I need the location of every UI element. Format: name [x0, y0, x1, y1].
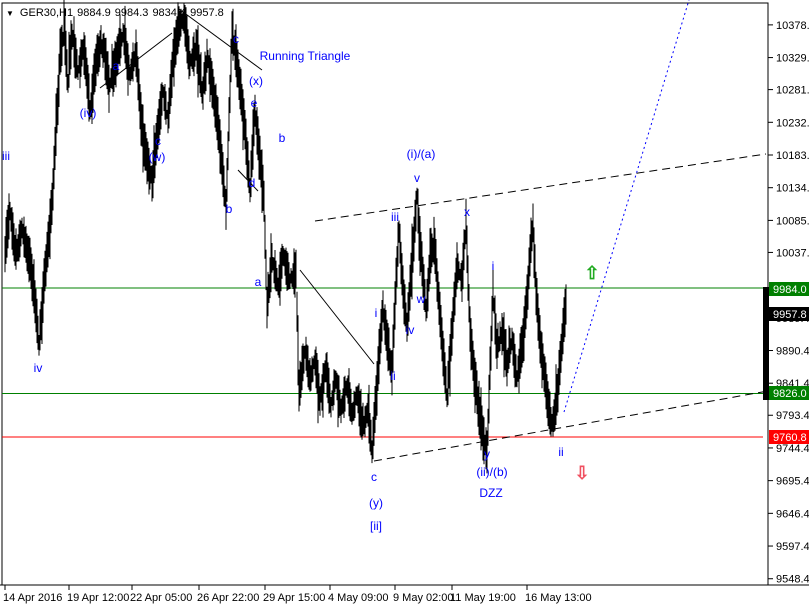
wave-label[interactable]: (iv)	[80, 106, 97, 120]
wave-label[interactable]: y	[484, 447, 490, 461]
price-badge-label: 9760.8	[773, 432, 807, 444]
price-tick-label: 9695.4	[776, 476, 809, 488]
symbol-timeframe-label: GER30,H1	[19, 7, 74, 19]
time-tick-label: 26 Apr 22:00	[197, 592, 259, 604]
price-tick-label: 10232.4	[776, 117, 809, 129]
wave-label[interactable]: b	[279, 131, 286, 145]
wave-label[interactable]: i	[375, 306, 378, 320]
wave-label[interactable]: w	[416, 292, 426, 306]
wave-label[interactable]: iv	[406, 323, 415, 337]
wave-label[interactable]: (ii)/(b)	[476, 465, 507, 479]
wave-label[interactable]: ii	[558, 445, 563, 459]
time-tick-label: 9 May 02:00	[393, 592, 454, 604]
wave-label[interactable]: x	[464, 205, 470, 219]
down-arrow-icon[interactable]: ⇩	[574, 463, 589, 483]
time-tick-label: 16 May 13:00	[525, 592, 592, 604]
price-tick-label: 9646.4	[776, 508, 809, 520]
wave-label[interactable]: b	[226, 202, 233, 216]
price-badge-label: 9826.0	[773, 388, 807, 400]
ohlc-close: 9957.8	[190, 7, 224, 19]
wave-label[interactable]: e	[251, 96, 258, 110]
price-tick-label: 10134.4	[776, 183, 809, 195]
price-tick-label: 10085.4	[776, 215, 809, 227]
axis-range-marker	[763, 287, 769, 400]
time-tick-label: 19 Apr 12:00	[67, 592, 129, 604]
wave-label[interactable]: a	[255, 275, 262, 289]
symbol-dropdown-icon[interactable]: ▼	[6, 9, 14, 18]
wave-label[interactable]: (i)/(a)	[407, 147, 436, 161]
price-tick-label: 10183.4	[776, 150, 809, 162]
time-tick-label: 14 Apr 2016	[3, 592, 62, 604]
price-tick-label: 10329.4	[776, 53, 809, 65]
wave-label[interactable]: c	[371, 470, 377, 484]
wave-label[interactable]: iii	[2, 149, 10, 163]
wave-label[interactable]: c	[155, 134, 161, 148]
chart-title: ▼ GER30,H1 9884.9 9984.3 9834.4 9957.8	[6, 6, 224, 20]
wave-label[interactable]: ii	[390, 369, 395, 383]
wave-label[interactable]: [ii]	[370, 519, 382, 533]
time-tick-label: 29 Apr 15:00	[263, 592, 325, 604]
wave-label[interactable]: Running Triangle	[260, 49, 351, 63]
price-badge-label: 9957.8	[773, 309, 807, 321]
wave-label[interactable]: DZZ	[479, 486, 502, 500]
wave-label[interactable]: c	[233, 32, 239, 46]
price-tick-label: 9793.4	[776, 410, 809, 422]
chart-frame	[1, 2, 769, 586]
wave-label[interactable]: iii	[391, 210, 399, 224]
wave-label[interactable]: v	[414, 171, 420, 185]
wave-label[interactable]: d	[249, 176, 256, 190]
wave-label[interactable]: iv	[34, 361, 43, 375]
wave-label[interactable]: i	[492, 259, 495, 273]
up-arrow-icon[interactable]: ⇧	[584, 263, 599, 283]
price-tick-label: 10037.4	[776, 247, 809, 259]
price-tick-label: 9548.4	[776, 574, 809, 586]
ohlc-open: 9884.9	[77, 7, 111, 19]
price-tick-label: 9890.4	[776, 346, 809, 358]
time-tick-label: 22 Apr 05:00	[130, 592, 192, 604]
time-tick-label: 4 May 09:00	[328, 592, 389, 604]
price-tick-label: 9744.4	[776, 443, 809, 455]
wave-label[interactable]: (w)	[149, 150, 166, 164]
wave-label[interactable]: (y)	[369, 496, 383, 510]
price-chart-canvas[interactable]: 10378.4 10329.4 10281.4 10232.4 10183.4 10134…	[0, 0, 809, 607]
wave-label[interactable]: (x)	[249, 74, 263, 88]
ohlc-low: 9834.4	[152, 7, 187, 19]
price-badge-label: 9984.0	[773, 284, 807, 296]
price-tick-label: 10281.4	[776, 85, 809, 97]
time-tick-label: 11 May 19:00	[450, 592, 516, 604]
price-tick-label: 9597.4	[776, 541, 809, 553]
wave-label[interactable]: a	[113, 59, 120, 73]
mt4-chart-window: 10378.4 10329.4 10281.4 10232.4 10183.4 10134…	[0, 0, 809, 607]
ohlc-high: 9984.3	[114, 7, 149, 19]
price-tick-label: 10378.4	[776, 20, 809, 32]
